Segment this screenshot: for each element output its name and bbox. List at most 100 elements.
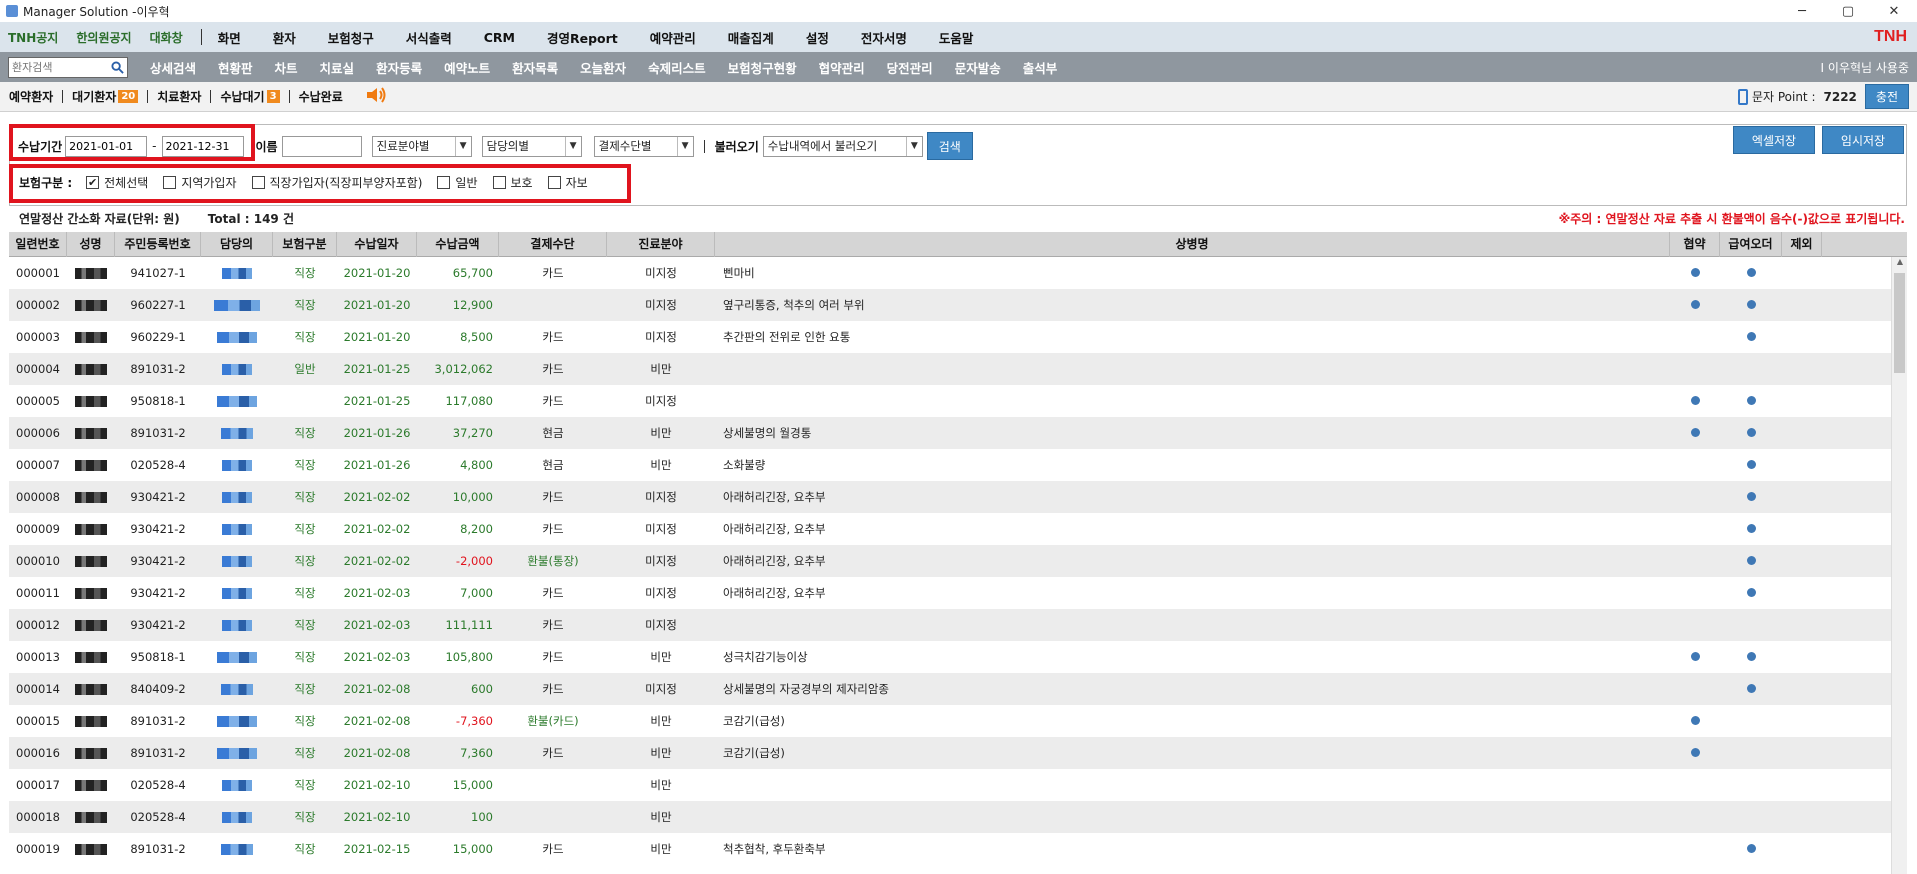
checkbox-protection[interactable]: 보호 [492,174,533,191]
checkbox-box[interactable] [251,176,265,189]
col-header-exclude[interactable]: 제외 [1782,232,1822,257]
vertical-scrollbar[interactable]: ▲ [1891,257,1907,874]
close-icon[interactable]: ✕ [1871,4,1917,19]
excel-save-button[interactable]: 엑셀저장 [1733,126,1815,154]
nav-dangjeon[interactable]: 당전관리 [887,58,933,77]
table-row[interactable]: 000003 960229-1 직장 2021-01-20 8,500 카드 미지정 추간판의… [9,321,1907,353]
nav-chart[interactable]: 차트 [275,58,298,77]
notice-tnh[interactable]: TNH공지 [8,29,58,46]
col-header-amount[interactable]: 수납금액 [417,232,499,257]
cell-amount: -7,360 [455,714,493,728]
table-row[interactable]: 000015 891031-2 직장 2021-02-08 -7,360 환불(카드) 비만… [9,705,1907,737]
table-row[interactable]: 000008 930421-2 직장 2021-02-02 10,000 카드 미지정 아래허… [9,481,1907,513]
table-row[interactable]: 000001 941027-1 직장 2021-01-20 65,700 카드 미지정 삔마비 [9,257,1907,289]
notice-clinic[interactable]: 한의원공지 [76,29,131,46]
status-waiting[interactable]: 대기환자 [72,88,116,105]
col-header-serial[interactable]: 일련번호 [9,232,67,257]
nav-homework-list[interactable]: 숙제리스트 [648,58,706,77]
nav-attendance[interactable]: 출석부 [1023,58,1058,77]
notice-chat[interactable]: 대화창 [150,29,183,46]
table-row[interactable]: 000016 891031-2 직장 2021-02-08 7,360 카드 비만 코감기(급… [9,737,1907,769]
dept-select[interactable]: 진료분야별 ▼ [371,135,472,157]
nav-dashboard[interactable]: 현황판 [218,58,253,77]
menu-insurance-claim[interactable]: 보험청구 [328,28,374,47]
checkbox-checked[interactable]: ✔ [86,176,100,189]
menu-help[interactable]: 도움말 [939,28,974,47]
nav-detail-search[interactable]: 상세검색 [150,58,196,77]
menu-crm[interactable]: CRM [484,30,515,45]
search-button[interactable]: 검색 [926,132,973,160]
nav-claim-status[interactable]: 보험청구현황 [728,58,797,77]
col-header-payment[interactable]: 결제수단 [499,232,607,257]
table-row[interactable]: 000009 930421-2 직장 2021-02-02 8,200 카드 미지정 아래허리… [9,513,1907,545]
search-icon[interactable] [107,57,127,77]
table-row[interactable]: 000002 960227-1 직장 2021-01-20 12,900 미지정 옆구리통증… [9,289,1907,321]
nav-agreement[interactable]: 협약관리 [819,58,865,77]
status-treating[interactable]: 치료환자 [157,88,201,105]
patient-search-input[interactable] [9,57,107,77]
col-header-order[interactable]: 급여오더 [1720,232,1782,257]
table-row[interactable]: 000013 950818-1 직장 2021-02-03 105,800 카드 비만 성극치… [9,641,1907,673]
menu-report[interactable]: 경영Report [547,28,618,47]
col-header-rrn[interactable]: 주민등록번호 [115,232,201,257]
nav-today-patients[interactable]: 오늘환자 [580,58,626,77]
nav-treatment-room[interactable]: 치료실 [320,58,355,77]
table-row[interactable]: 000012 930421-2 직장 2021-02-03 111,111 카드 미지정 [9,609,1907,641]
name-input[interactable] [281,135,362,157]
menu-e-signature[interactable]: 전자서명 [861,28,907,47]
checkbox-general[interactable]: 일반 [437,174,478,191]
menu-sales[interactable]: 매출집계 [728,28,774,47]
table-row[interactable]: 000006 891031-2 직장 2021-01-26 37,270 현금 비만 상세불명… [9,417,1907,449]
checkbox-box[interactable] [492,176,506,189]
charge-button[interactable]: 충전 [1864,84,1909,109]
checkbox-regional[interactable]: 지역가입자 [163,174,237,191]
col-header-diagnosis[interactable]: 상병명 [715,232,1670,257]
col-header-name[interactable]: 성명 [67,232,115,257]
checkbox-workplace[interactable]: 직장가입자(직장피부양자포함) [251,174,422,191]
payment-select[interactable]: 결제수단별 ▼ [593,135,694,157]
table-row[interactable]: 000004 891031-2 일반 2021-01-25 3,012,062 카드 비만 [9,353,1907,385]
status-payment-waiting[interactable]: 수납대기 [220,88,264,105]
date-from-input[interactable] [65,135,148,157]
col-header-agreement[interactable]: 협약 [1670,232,1720,257]
status-paid[interactable]: 수납완료 [299,88,343,105]
table-row[interactable]: 000005 950818-1 2021-01-25 117,080 카드 미지정 [9,385,1907,417]
nav-patient-register[interactable]: 환자등록 [376,58,422,77]
status-divider [288,90,290,103]
col-header-insurance[interactable]: 보험구분 [273,232,337,257]
col-header-date[interactable]: 수납일자 [337,232,417,257]
scroll-thumb[interactable] [1894,273,1905,373]
checkbox-box[interactable] [547,176,561,189]
scroll-up-icon[interactable]: ▲ [1892,257,1907,271]
doctor-select[interactable]: 담당의별 ▼ [481,135,582,157]
menu-settings[interactable]: 설정 [806,28,829,47]
load-select[interactable]: 수납내역에서 불러오기 ▼ [762,135,923,157]
date-to-input[interactable] [161,135,244,157]
menu-reservation[interactable]: 예약관리 [650,28,696,47]
col-header-field[interactable]: 진료분야 [607,232,715,257]
table-row[interactable]: 000014 840409-2 직장 2021-02-08 600 카드 미지정 상세불명의 … [9,673,1907,705]
checkbox-box[interactable] [163,176,177,189]
temp-save-button[interactable]: 임시저장 [1822,126,1904,154]
checkbox-select-all[interactable]: ✔ 전체선택 [86,174,148,191]
table-row[interactable]: 000017 020528-4 직장 2021-02-10 15,000 비만 [9,769,1907,801]
nav-reservation-note[interactable]: 예약노트 [444,58,490,77]
checkbox-auto-insurance[interactable]: 자보 [547,174,588,191]
nav-sms[interactable]: 문자발송 [955,58,1001,77]
table-row[interactable]: 000019 891031-2 직장 2021-02-15 15,000 카드 비만 척추협착… [9,833,1907,865]
speaker-icon[interactable] [365,86,387,107]
nav-patient-list[interactable]: 환자목록 [512,58,558,77]
menu-screen[interactable]: 화면 [218,28,241,47]
checkbox-box[interactable] [437,176,451,189]
table-row[interactable]: 000011 930421-2 직장 2021-02-03 7,000 카드 미지정 아래허리… [9,577,1907,609]
maximize-icon[interactable]: ▢ [1825,4,1871,19]
minimize-icon[interactable]: ─ [1779,4,1825,19]
report-title: 연말정산 간소화 자료(단위: 원) [19,211,180,226]
menu-patient[interactable]: 환자 [273,28,296,47]
col-header-doctor[interactable]: 담당의 [201,232,273,257]
table-row[interactable]: 000007 020528-4 직장 2021-01-26 4,800 현금 비만 소화불량 [9,449,1907,481]
table-row[interactable]: 000010 930421-2 직장 2021-02-02 -2,000 환불(통장) 미지… [9,545,1907,577]
status-reserved[interactable]: 예약환자 [9,88,53,105]
menu-form-print[interactable]: 서식출력 [406,28,452,47]
table-row[interactable]: 000018 020528-4 직장 2021-02-10 100 비만 [9,801,1907,833]
